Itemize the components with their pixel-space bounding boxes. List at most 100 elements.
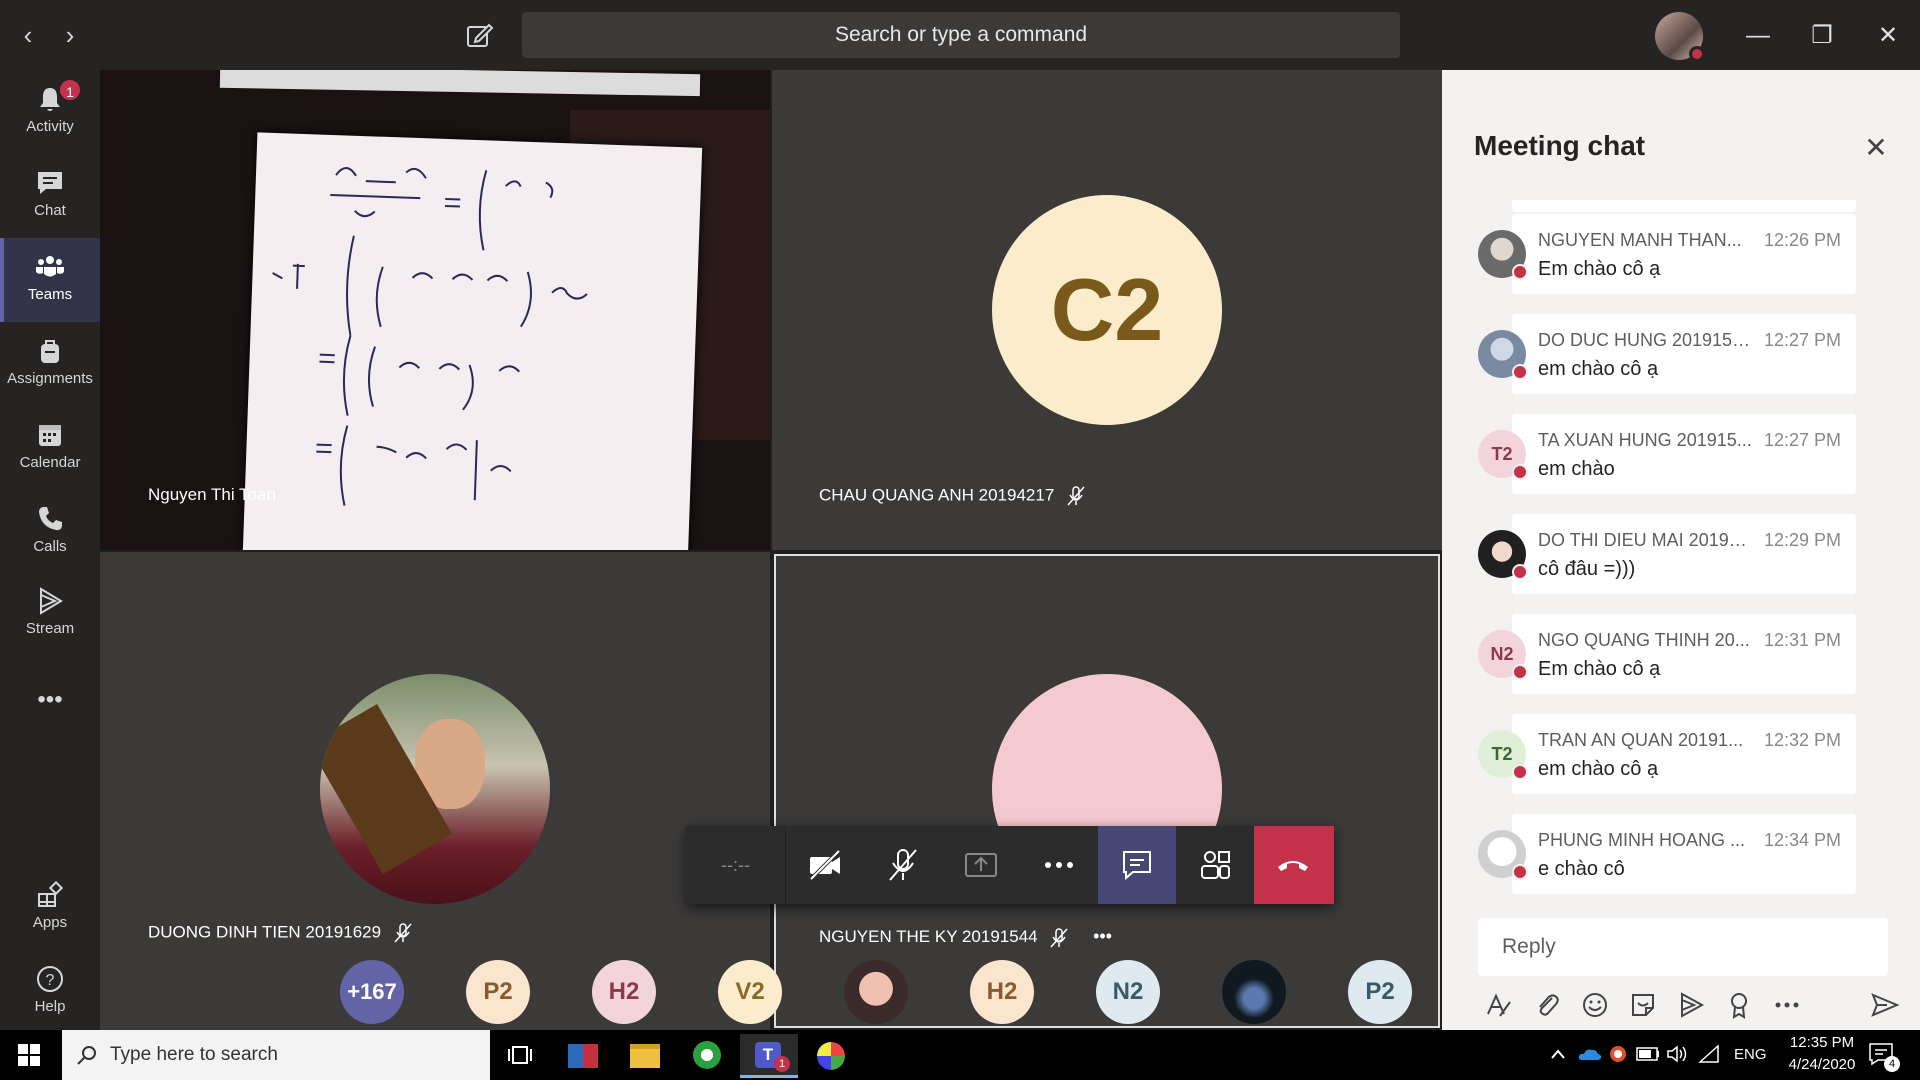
overflow-participants-button[interactable]: +167 (340, 960, 404, 1024)
wifi-icon[interactable] (1698, 1044, 1720, 1064)
rail-item-stream[interactable]: Stream (0, 572, 100, 656)
chat-message[interactable]: DO DUC HUNG 20191519 12:27 PM em chào cô ạ (1512, 314, 1856, 394)
task-view-icon[interactable] (508, 1044, 532, 1066)
message-avatar[interactable] (1478, 330, 1528, 380)
minimize-button[interactable]: — (1740, 18, 1776, 54)
input-language[interactable]: ENG (1734, 1046, 1767, 1063)
roster-avatar[interactable]: V2 (718, 960, 782, 1024)
rail-label: Stream (25, 620, 75, 637)
more-actions-button[interactable] (1020, 826, 1098, 904)
roster-avatar[interactable]: P2 (1348, 960, 1412, 1024)
message-avatar[interactable]: T2 (1478, 430, 1528, 480)
chat-message[interactable]: TRAN AN QUAN 20191... 12:32 PM em chào cô … (1512, 714, 1856, 794)
close-window-button[interactable]: ✕ (1870, 18, 1906, 54)
new-chat-button[interactable] (462, 18, 496, 52)
reply-input[interactable]: Reply (1478, 918, 1888, 976)
onedrive-icon[interactable] (1578, 1046, 1602, 1062)
message-author: PHUNG MINH HOANG ... (1538, 830, 1746, 850)
chat-message[interactable]: DO THI DIEU MAI 20191... 12:29 PM cô đâu =… (1512, 514, 1856, 594)
roster-avatar[interactable]: H2 (592, 960, 656, 1024)
roster-avatar-photo[interactable] (844, 960, 908, 1024)
share-screen-icon (965, 853, 997, 877)
taskbar-search-input[interactable]: Type here to search (62, 1030, 490, 1080)
rail-item-assignments[interactable]: Assignments (0, 322, 100, 406)
clock-date[interactable]: 4/24/2020 (1778, 1056, 1866, 1073)
rail-item-calls[interactable]: Calls (0, 490, 100, 574)
taskbar-app-teams[interactable]: T 1 (740, 1034, 798, 1078)
video-tile-presenter[interactable]: Nguyen Thi Toan (100, 70, 770, 550)
rail-item-apps[interactable]: Apps (0, 866, 100, 950)
roster-avatar[interactable]: P2 (466, 960, 530, 1024)
windows-start-icon[interactable] (18, 1044, 40, 1066)
taskbar-app-paint[interactable] (802, 1034, 860, 1078)
chat-message[interactable]: PHUNG MINH HOANG ... 12:34 PM e chào cô (1512, 814, 1856, 894)
show-participants-button[interactable] (1176, 826, 1254, 904)
video-tile-participant[interactable]: C2 CHAU QUANG ANH 20194217 (772, 70, 1442, 550)
show-conversation-button[interactable] (1098, 826, 1176, 904)
rail-label: Help (34, 998, 66, 1015)
antivirus-icon[interactable] (1608, 1044, 1628, 1064)
back-button[interactable]: ‹ (12, 19, 44, 51)
backpack-icon (41, 340, 59, 363)
forward-button[interactable]: › (54, 19, 86, 51)
message-avatar[interactable] (1478, 530, 1528, 580)
message-author: TA XUAN HUNG 201915... (1538, 430, 1752, 450)
participant-name: Nguyen Thi Toan (148, 485, 276, 504)
rail-item-help[interactable]: ? Help (0, 950, 100, 1034)
message-avatar[interactable] (1478, 230, 1528, 280)
avatar-initials: N2 (1490, 644, 1514, 664)
message-author: DO DUC HUNG 20191519 (1538, 330, 1752, 350)
more-actions-icon (1045, 862, 1073, 868)
battery-icon[interactable] (1636, 1047, 1660, 1061)
meeting-stage: Nguyen Thi Toan C2 CHAU QUANG ANH 201942… (100, 70, 1442, 1030)
emoji-icon[interactable] (1580, 990, 1610, 1020)
share-screen-button[interactable] (942, 826, 1020, 904)
clock-time[interactable]: 12:35 PM (1778, 1034, 1866, 1051)
volume-icon[interactable] (1666, 1044, 1688, 1064)
more-apps-button[interactable]: ••• (0, 670, 100, 754)
roster-avatar-photo[interactable] (1222, 960, 1286, 1024)
rail-item-activity[interactable]: 1 Activity (0, 70, 100, 154)
taskbar-app-coccoc[interactable] (678, 1034, 736, 1078)
taskbar-app-photos[interactable] (554, 1034, 612, 1078)
profile-avatar[interactable] (1655, 12, 1705, 62)
rail-item-calendar[interactable]: Calendar (0, 406, 100, 490)
close-chat-button[interactable]: ✕ (1860, 132, 1892, 164)
sticker-icon[interactable] (1628, 990, 1658, 1020)
activity-badge: 1 (58, 78, 82, 102)
rail-item-chat[interactable]: Chat (0, 154, 100, 238)
roster-avatar[interactable]: N2 (1096, 960, 1160, 1024)
taskbar-app-explorer[interactable] (616, 1034, 674, 1078)
chat-message[interactable]: TA XUAN HUNG 201915... 12:27 PM em chào (1512, 414, 1856, 494)
attach-icon[interactable] (1532, 990, 1562, 1020)
message-avatar[interactable]: N2 (1478, 630, 1528, 680)
taskbar-search-placeholder: Type here to search (110, 1044, 278, 1065)
message-avatar[interactable]: T2 (1478, 730, 1528, 780)
mic-toggle-button[interactable] (864, 826, 942, 904)
teams-icon (36, 256, 64, 277)
hang-up-button[interactable] (1254, 826, 1334, 904)
message-avatar[interactable] (1478, 830, 1528, 880)
roster-avatar[interactable]: H2 (970, 960, 1034, 1024)
more-options-icon[interactable] (1772, 990, 1802, 1020)
meet-now-icon[interactable] (1676, 990, 1706, 1020)
teams-badge: 1 (774, 1056, 790, 1072)
participant-more-button[interactable]: ••• (1093, 926, 1112, 946)
praise-icon[interactable] (1724, 990, 1754, 1020)
video-tile-participant[interactable]: DUONG DINH TIEN 20191629 (100, 552, 770, 1030)
video-tile-participant-selected[interactable]: NGUYEN THE KY 20191544 ••• (774, 554, 1440, 1028)
message-text: cô đâu =))) (1538, 558, 1636, 580)
format-icon[interactable] (1484, 990, 1514, 1020)
camera-toggle-button[interactable] (786, 826, 864, 904)
presence-busy-icon (1512, 664, 1528, 680)
chevron-up-icon[interactable] (1550, 1048, 1566, 1060)
presence-busy-icon (1512, 764, 1528, 780)
chat-message[interactable]: NGUYEN MANH THAN... 12:26 PM Em chào cô ạ (1512, 214, 1856, 294)
rail-item-teams[interactable]: Teams (0, 238, 100, 322)
send-icon[interactable] (1870, 990, 1900, 1020)
svg-text:?: ? (46, 972, 55, 989)
presence-busy-icon (1512, 564, 1528, 580)
chat-message[interactable]: NGO QUANG THINH 20... 12:31 PM Em chào cô … (1512, 614, 1856, 694)
command-search-input[interactable]: Search or type a command (522, 12, 1400, 58)
restore-button[interactable]: ❐ (1804, 18, 1840, 54)
